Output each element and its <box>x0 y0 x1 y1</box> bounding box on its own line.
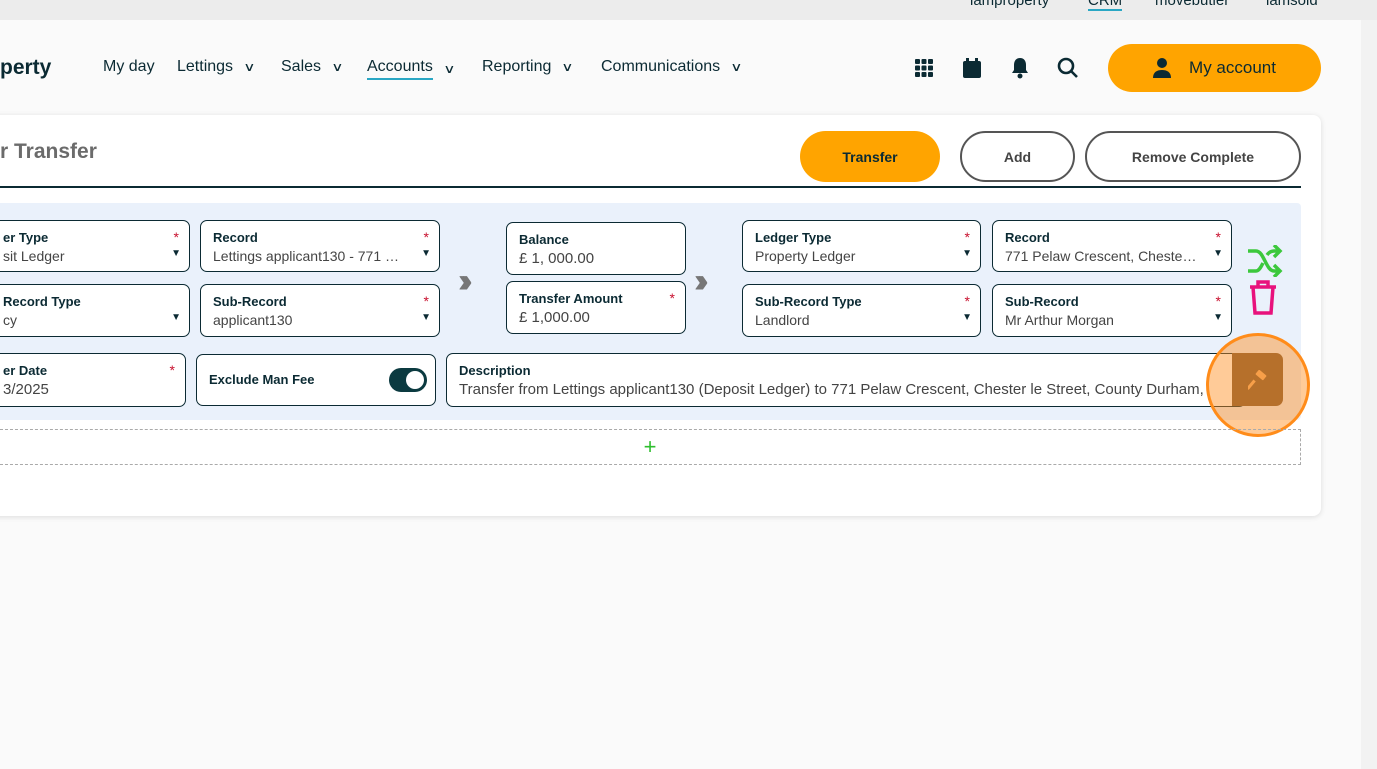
field-value: Landlord <box>755 312 810 328</box>
nav-label: My day <box>103 58 155 75</box>
trash-icon[interactable] <box>1248 279 1278 320</box>
double-chevron-right-icon: ›› <box>694 262 708 300</box>
click-highlight <box>1206 333 1310 437</box>
field-label: er Type <box>3 230 49 245</box>
caret-down-icon: ▼ <box>171 248 181 259</box>
required-mark: * <box>1215 293 1221 309</box>
from-sub-record-select[interactable]: Sub-Record applicant130 * ▼ <box>200 284 440 337</box>
nav-communications[interactable]: Communications ∨ <box>601 58 743 76</box>
from-record-select[interactable]: Record Lettings applicant130 - 771 Pelaw *… <box>200 220 440 272</box>
top-link-crm[interactable]: CRM <box>1088 0 1123 11</box>
description-input[interactable]: Description Transfer from Lettings applic… <box>446 353 1246 407</box>
required-mark: * <box>173 229 179 245</box>
caret-down-icon: ▼ <box>171 312 181 323</box>
shuffle-icon[interactable] <box>1246 243 1284 282</box>
nav-lettings[interactable]: Lettings ∨ <box>177 58 256 76</box>
add-button[interactable]: Add <box>960 131 1075 182</box>
caret-down-icon: ▼ <box>962 312 972 323</box>
field-value: sit Ledger <box>3 248 65 264</box>
nav-sales[interactable]: Sales ∨ <box>281 58 344 76</box>
nav-label: Sales <box>281 58 322 75</box>
chevron-down-icon: ∨ <box>730 60 743 74</box>
field-label: Record <box>213 230 258 245</box>
field-value: Lettings applicant130 - 771 Pelaw <box>213 248 424 264</box>
field-label: Balance <box>519 232 569 247</box>
top-link-iamsold[interactable]: iamsold <box>1266 0 1318 9</box>
caret-down-icon: ▼ <box>1213 312 1223 323</box>
double-chevron-right-icon: ›› <box>458 262 472 300</box>
field-label: Sub-Record <box>1005 294 1079 309</box>
plus-icon: + <box>643 434 657 459</box>
user-icon <box>1153 58 1172 78</box>
field-value: 3/2025 <box>3 381 49 398</box>
field-value: 771 Pelaw Crescent, Chester le Street, C… <box>1005 248 1219 264</box>
nav-label: Reporting <box>482 58 552 75</box>
nav-label: Accounts <box>367 58 433 80</box>
transfer-button[interactable]: Transfer <box>800 131 940 182</box>
required-mark: * <box>169 362 175 378</box>
to-sub-record-type-select[interactable]: Sub-Record Type Landlord * ▼ <box>742 284 981 337</box>
field-value: Property Ledger <box>755 248 856 264</box>
calendar-icon[interactable] <box>960 56 984 80</box>
transfer-date-input[interactable]: er Date 3/2025 * <box>0 353 186 407</box>
page-title: r Transfer <box>0 140 97 163</box>
caret-down-icon: ▼ <box>421 248 431 259</box>
field-label: Transfer Amount <box>519 291 623 306</box>
logo[interactable]: perty <box>0 56 51 80</box>
field-value: £ 1, 000.00 <box>519 250 595 267</box>
nav-my-day[interactable]: My day <box>103 58 155 76</box>
nav-accounts[interactable]: Accounts ∨ <box>367 58 456 80</box>
chevron-down-icon: ∨ <box>243 60 256 74</box>
divider <box>0 186 1301 188</box>
field-value: Transfer from Lettings applicant130 (Dep… <box>459 381 1204 398</box>
top-link-iamproperty[interactable]: iamproperty <box>970 0 1049 9</box>
field-label: Ledger Type <box>755 230 832 245</box>
my-account-label: My account <box>1189 58 1276 77</box>
caret-down-icon: ▼ <box>1213 248 1223 259</box>
required-mark: * <box>1215 229 1221 245</box>
nav-label: Communications <box>601 58 721 75</box>
my-account-button[interactable]: My account <box>1108 44 1321 92</box>
field-label: Description <box>459 363 531 378</box>
caret-down-icon: ▼ <box>962 248 972 259</box>
chevron-down-icon: ∨ <box>331 60 344 74</box>
required-mark: * <box>964 229 970 245</box>
remove-complete-button[interactable]: Remove Complete <box>1085 131 1301 182</box>
field-label: Record Type <box>3 294 81 309</box>
field-value: Mr Arthur Morgan <box>1005 312 1114 328</box>
chevron-down-icon: ∨ <box>561 60 574 74</box>
required-mark: * <box>669 290 675 306</box>
search-icon[interactable] <box>1056 56 1080 80</box>
top-strip: iamproperty CRM movebutler iamsold <box>0 0 1377 20</box>
field-value: cy <box>3 312 17 328</box>
from-ledger-type-select[interactable]: er Type sit Ledger * ▼ <box>0 220 190 272</box>
nav-label: Lettings <box>177 58 234 75</box>
to-ledger-type-select[interactable]: Ledger Type Property Ledger * ▼ <box>742 220 981 272</box>
chevron-down-icon: ∨ <box>443 62 456 76</box>
to-record-select[interactable]: Record 771 Pelaw Crescent, Chester le Str… <box>992 220 1232 272</box>
field-label: Record <box>1005 230 1050 245</box>
field-label: Sub-Record Type <box>755 294 862 309</box>
add-row-button[interactable]: + <box>0 429 1301 465</box>
apps-grid-icon[interactable] <box>912 56 936 80</box>
nav-reporting[interactable]: Reporting ∨ <box>482 58 574 76</box>
scrollbar[interactable] <box>1361 20 1377 769</box>
caret-down-icon: ▼ <box>421 312 431 323</box>
transfer-amount-input[interactable]: Transfer Amount £ 1,000.00 * <box>506 281 686 334</box>
required-mark: * <box>964 293 970 309</box>
required-mark: * <box>423 229 429 245</box>
field-label: er Date <box>3 363 48 378</box>
field-label: Sub-Record <box>213 294 287 309</box>
exclude-man-fee-toggle[interactable] <box>389 368 427 392</box>
balance-field: Balance £ 1, 000.00 <box>506 222 686 275</box>
top-link-movebutler[interactable]: movebutler <box>1155 0 1229 9</box>
required-mark: * <box>423 293 429 309</box>
from-sub-record-type-select[interactable]: Record Type cy ▼ <box>0 284 190 337</box>
to-sub-record-select[interactable]: Sub-Record Mr Arthur Morgan * ▼ <box>992 284 1232 337</box>
field-value: £ 1,000.00 <box>519 309 590 326</box>
field-value: applicant130 <box>213 312 293 328</box>
bell-icon[interactable] <box>1008 56 1032 80</box>
